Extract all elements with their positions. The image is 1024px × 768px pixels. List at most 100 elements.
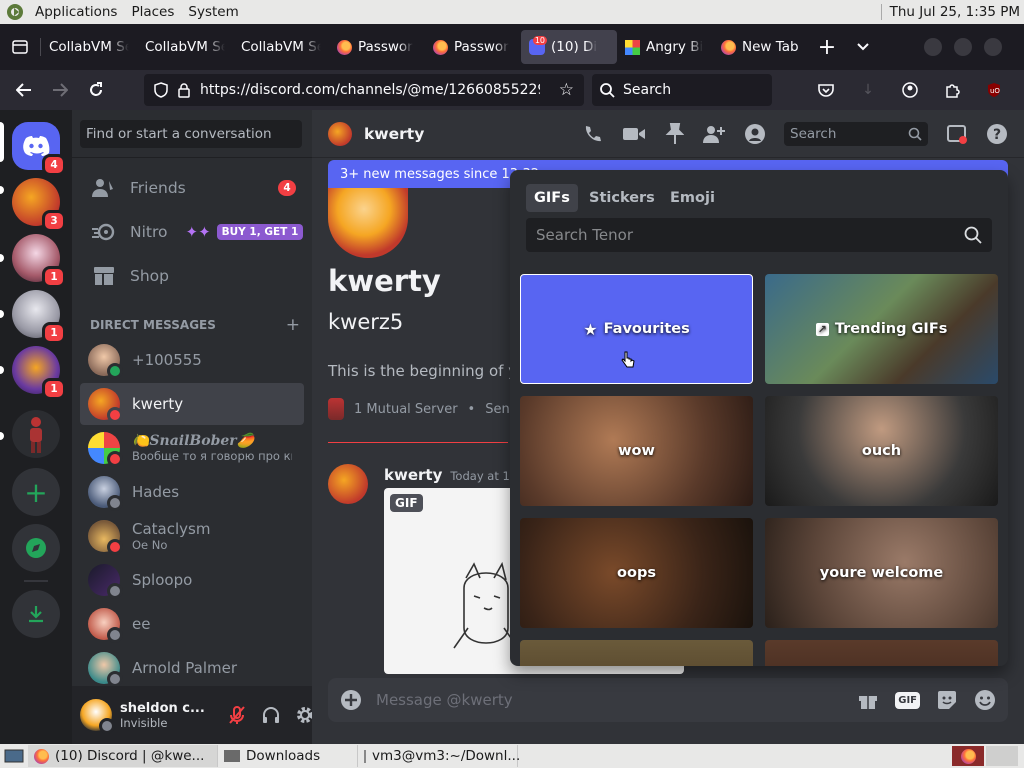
call-icon[interactable] (582, 123, 604, 145)
gif-button-icon[interactable]: GIF (895, 691, 920, 709)
nav-nitro[interactable]: Nitro ✦✦ BUY 1, GET 1 (80, 211, 304, 253)
gif-category-trending[interactable]: ↗ Trending GIFs (765, 274, 998, 384)
applications-menu[interactable]: Applications (28, 4, 124, 20)
shield-icon[interactable] (154, 82, 168, 98)
nav-friends[interactable]: Friends 4 (80, 167, 304, 209)
tab-password-1[interactable]: Passwor (329, 30, 425, 64)
tenor-search-input[interactable]: Search Tenor (526, 218, 992, 252)
create-dm-plus-icon[interactable]: + (286, 315, 300, 335)
headphones-icon[interactable] (261, 705, 281, 725)
maximize-icon[interactable] (954, 38, 972, 56)
tab-angry-birds[interactable]: Angry Bi (617, 30, 713, 64)
firefox-view-icon[interactable] (0, 31, 40, 63)
sticker-icon[interactable] (936, 689, 958, 711)
tab-collabvm-3[interactable]: CollabVM Se (233, 30, 329, 64)
dm-item[interactable]: Sploopo (80, 559, 304, 601)
ublock-icon[interactable]: uO (976, 74, 1012, 106)
gif-category-more[interactable] (765, 640, 998, 666)
url-bar[interactable]: https://discord.com/channels/@me/1266085… (144, 74, 584, 106)
minimize-icon[interactable] (924, 38, 942, 56)
places-menu[interactable]: Places (124, 4, 181, 20)
taskbar-terminal[interactable]: vm3@vm3:~/Downl... (358, 745, 520, 767)
emoji-icon[interactable] (974, 689, 996, 711)
dm-avatar-2[interactable]: 1 (12, 234, 66, 288)
extensions-icon[interactable] (934, 74, 970, 106)
message-composer[interactable]: Message @kwerty GIF (328, 678, 1008, 722)
gif-category-oops[interactable]: oops (520, 518, 753, 628)
pocket-icon[interactable] (808, 74, 844, 106)
dm-avatar-kwerty[interactable]: 3 (12, 178, 66, 232)
system-menu[interactable]: System (181, 4, 245, 20)
taskbar-downloads[interactable]: Downloads (218, 745, 358, 767)
workspace-switcher[interactable] (952, 746, 1018, 766)
taskbar-discord[interactable]: (10) Discord | @kwe... (28, 745, 218, 767)
tab-emoji[interactable]: Emoji (662, 184, 723, 212)
clock[interactable]: Thu Jul 25, 1:35 PM (890, 4, 1024, 20)
lock-icon[interactable] (178, 82, 190, 98)
forward-arrow-icon[interactable] (42, 74, 78, 106)
url-text[interactable]: https://discord.com/channels/@me/1266085… (200, 82, 540, 98)
user-info[interactable]: sheldon c... Invisible (120, 701, 205, 730)
pin-icon[interactable] (664, 122, 684, 145)
nav-shop[interactable]: Shop (80, 255, 304, 297)
dm-item[interactable]: ee (80, 603, 304, 645)
explore-compass-icon[interactable] (12, 524, 60, 572)
add-friends-to-dm-icon[interactable] (702, 123, 726, 145)
dm-item[interactable]: Cataclysm Oe No (80, 515, 304, 557)
browser-search-bar[interactable]: Search (592, 74, 772, 106)
app-menu-icon[interactable] (1018, 74, 1024, 106)
tab-gifs[interactable]: GIFs (526, 184, 578, 212)
chat-search-input[interactable]: Search (784, 121, 928, 146)
server-icon-figure[interactable] (12, 410, 60, 458)
gif-category-wow[interactable]: wow (520, 396, 753, 506)
dm-item[interactable]: +100555 (80, 339, 304, 381)
gif-category-more[interactable] (520, 640, 753, 666)
download-apps-icon[interactable] (12, 590, 60, 638)
tab-password-2[interactable]: Passwor (425, 30, 521, 64)
show-desktop-icon[interactable] (0, 748, 28, 764)
account-icon[interactable] (892, 74, 928, 106)
mic-muted-icon[interactable] (227, 705, 247, 725)
upload-plus-icon[interactable] (340, 689, 362, 711)
avatar (88, 388, 123, 423)
dm-item[interactable]: 🍋SnailBober🥭Вообще то я говорю про кит..… (80, 427, 304, 469)
workspace-1[interactable] (952, 746, 984, 766)
tab-collabvm-2[interactable]: CollabVM Se (137, 30, 233, 64)
gif-category-favourites[interactable]: ★ Favourites (520, 274, 753, 384)
back-arrow-icon[interactable] (6, 74, 42, 106)
tab-new-tab[interactable]: New Tab (713, 30, 809, 64)
gif-category-ouch[interactable]: ouch (765, 396, 998, 506)
dm-avatar-4[interactable]: 1 (12, 346, 66, 400)
dm-item-selected[interactable]: kwerty (80, 383, 304, 425)
tab-stickers[interactable]: Stickers (581, 184, 663, 212)
help-icon[interactable]: ? (986, 123, 1008, 145)
gnome-foot-icon[interactable] (0, 3, 28, 21)
close-window-icon[interactable] (984, 38, 1002, 56)
reload-icon[interactable] (78, 74, 114, 106)
dm-item[interactable]: Arnold Palmer (80, 647, 304, 689)
tab-list-chevron-icon[interactable] (845, 31, 881, 63)
mutual-more[interactable]: Sen (485, 402, 510, 417)
new-tab-plus-icon[interactable]: + (809, 31, 845, 63)
discord-home-button[interactable]: 4 (12, 122, 66, 176)
user-avatar[interactable] (80, 699, 115, 734)
tab-collabvm-1[interactable]: CollabVM Se (41, 30, 137, 64)
dm-avatar-3[interactable]: 1 (12, 290, 66, 344)
tab-discord[interactable]: 10 (10) Di (521, 30, 617, 64)
download-disabled-icon[interactable]: ↓ (850, 74, 886, 106)
dm-item[interactable]: Hades (80, 471, 304, 513)
add-server-plus-icon[interactable]: + (12, 468, 60, 516)
user-profile-icon[interactable] (744, 123, 766, 145)
message-author[interactable]: kwerty (384, 466, 442, 484)
mutual-servers-link[interactable]: 1 Mutual Server (354, 402, 458, 417)
find-conversation-input[interactable]: Find or start a conversation (80, 120, 302, 148)
bookmark-star-icon[interactable]: ☆ (559, 80, 574, 100)
workspace-2[interactable] (986, 746, 1018, 766)
video-icon[interactable] (622, 125, 646, 143)
header-name[interactable]: kwerty (364, 125, 424, 143)
gif-category-youre-welcome[interactable]: youre welcome (765, 518, 998, 628)
cell-label: ouch (861, 443, 902, 459)
gift-icon[interactable] (857, 689, 879, 711)
message-avatar[interactable] (328, 464, 368, 504)
inbox-icon[interactable] (946, 123, 968, 145)
